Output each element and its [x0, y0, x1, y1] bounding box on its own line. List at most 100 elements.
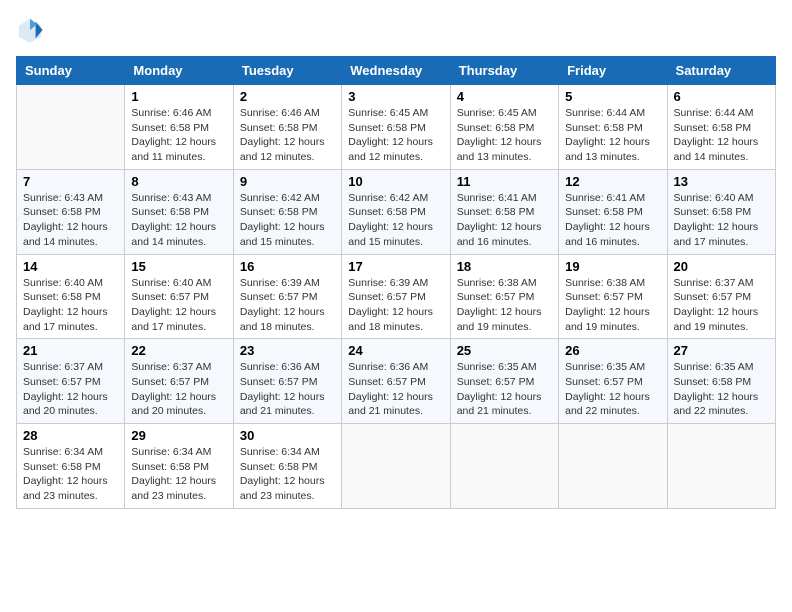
calendar-cell: 4 Sunrise: 6:45 AMSunset: 6:58 PMDaylight…: [450, 85, 558, 170]
calendar-cell: 12 Sunrise: 6:41 AMSunset: 6:58 PMDayligh…: [559, 169, 667, 254]
calendar-cell: 23 Sunrise: 6:36 AMSunset: 6:57 PMDayligh…: [233, 339, 341, 424]
day-info: Sunrise: 6:35 AMSunset: 6:57 PMDaylight:…: [457, 360, 552, 419]
calendar-cell: [559, 424, 667, 509]
calendar-cell: 14Sunrise: 6:40 AMSunset: 6:58 PMDayligh…: [17, 254, 125, 339]
day-info: Sunrise: 6:45 AMSunset: 6:58 PMDaylight:…: [348, 106, 443, 165]
calendar-cell: 19 Sunrise: 6:38 AMSunset: 6:57 PMDayligh…: [559, 254, 667, 339]
column-header-monday: Monday: [125, 57, 233, 85]
day-number: 4: [457, 89, 552, 104]
day-number: 28: [23, 428, 118, 443]
day-number: 10: [348, 174, 443, 189]
calendar-cell: 15Sunrise: 6:40 AMSunset: 6:57 PMDayligh…: [125, 254, 233, 339]
calendar-cell: 20 Sunrise: 6:37 AMSunset: 6:57 PMDayligh…: [667, 254, 775, 339]
calendar-body: 1 Sunrise: 6:46 AMSunset: 6:58 PMDaylight…: [17, 85, 776, 509]
day-number: 25: [457, 343, 552, 358]
day-number: 30: [240, 428, 335, 443]
day-info: Sunrise: 6:37 AMSunset: 6:57 PMDaylight:…: [23, 360, 118, 419]
day-info: Sunrise: 6:38 AMSunset: 6:57 PMDaylight:…: [457, 276, 552, 335]
calendar-cell: 21 Sunrise: 6:37 AMSunset: 6:57 PMDayligh…: [17, 339, 125, 424]
calendar-cell: 28 Sunrise: 6:34 AMSunset: 6:58 PMDayligh…: [17, 424, 125, 509]
day-number: 21: [23, 343, 118, 358]
day-number: 23: [240, 343, 335, 358]
day-number: 19: [565, 259, 660, 274]
week-row-1: 1 Sunrise: 6:46 AMSunset: 6:58 PMDaylight…: [17, 85, 776, 170]
day-number: 3: [348, 89, 443, 104]
calendar-cell: 1 Sunrise: 6:46 AMSunset: 6:58 PMDaylight…: [125, 85, 233, 170]
calendar-cell: [667, 424, 775, 509]
day-info: Sunrise: 6:46 AMSunset: 6:58 PMDaylight:…: [131, 106, 226, 165]
day-info: Sunrise: 6:35 AMSunset: 6:58 PMDaylight:…: [674, 360, 769, 419]
calendar-cell: 9 Sunrise: 6:42 AMSunset: 6:58 PMDaylight…: [233, 169, 341, 254]
calendar-cell: 16 Sunrise: 6:39 AMSunset: 6:57 PMDayligh…: [233, 254, 341, 339]
day-number: 2: [240, 89, 335, 104]
day-info: Sunrise: 6:41 AMSunset: 6:58 PMDaylight:…: [565, 191, 660, 250]
week-row-2: 7Sunrise: 6:43 AMSunset: 6:58 PMDaylight…: [17, 169, 776, 254]
day-info: Sunrise: 6:44 AMSunset: 6:58 PMDaylight:…: [565, 106, 660, 165]
day-info: Sunrise: 6:34 AMSunset: 6:58 PMDaylight:…: [240, 445, 335, 504]
calendar-table: SundayMondayTuesdayWednesdayThursdayFrid…: [16, 56, 776, 509]
day-number: 16: [240, 259, 335, 274]
calendar-cell: [17, 85, 125, 170]
calendar-cell: 22Sunrise: 6:37 AMSunset: 6:57 PMDayligh…: [125, 339, 233, 424]
day-number: 22: [131, 343, 226, 358]
calendar-cell: 6 Sunrise: 6:44 AMSunset: 6:58 PMDaylight…: [667, 85, 775, 170]
day-number: 6: [674, 89, 769, 104]
day-info: Sunrise: 6:42 AMSunset: 6:58 PMDaylight:…: [348, 191, 443, 250]
day-info: Sunrise: 6:45 AMSunset: 6:58 PMDaylight:…: [457, 106, 552, 165]
day-info: Sunrise: 6:42 AMSunset: 6:58 PMDaylight:…: [240, 191, 335, 250]
day-number: 18: [457, 259, 552, 274]
column-header-saturday: Saturday: [667, 57, 775, 85]
calendar-cell: 24 Sunrise: 6:36 AMSunset: 6:57 PMDayligh…: [342, 339, 450, 424]
calendar-cell: 7Sunrise: 6:43 AMSunset: 6:58 PMDaylight…: [17, 169, 125, 254]
column-header-thursday: Thursday: [450, 57, 558, 85]
logo-icon: [16, 16, 44, 44]
calendar-cell: [342, 424, 450, 509]
day-info: Sunrise: 6:39 AMSunset: 6:57 PMDaylight:…: [240, 276, 335, 335]
day-info: Sunrise: 6:35 AMSunset: 6:57 PMDaylight:…: [565, 360, 660, 419]
day-number: 14: [23, 259, 118, 274]
day-info: Sunrise: 6:38 AMSunset: 6:57 PMDaylight:…: [565, 276, 660, 335]
calendar-cell: 2 Sunrise: 6:46 AMSunset: 6:58 PMDaylight…: [233, 85, 341, 170]
day-number: 1: [131, 89, 226, 104]
week-row-4: 21 Sunrise: 6:37 AMSunset: 6:57 PMDayligh…: [17, 339, 776, 424]
calendar-cell: 13 Sunrise: 6:40 AMSunset: 6:58 PMDayligh…: [667, 169, 775, 254]
day-info: Sunrise: 6:37 AMSunset: 6:57 PMDaylight:…: [674, 276, 769, 335]
header-row: SundayMondayTuesdayWednesdayThursdayFrid…: [17, 57, 776, 85]
column-header-friday: Friday: [559, 57, 667, 85]
day-number: 17: [348, 259, 443, 274]
day-number: 29: [131, 428, 226, 443]
day-number: 9: [240, 174, 335, 189]
day-number: 12: [565, 174, 660, 189]
calendar-cell: 8 Sunrise: 6:43 AMSunset: 6:58 PMDaylight…: [125, 169, 233, 254]
day-number: 20: [674, 259, 769, 274]
day-info: Sunrise: 6:34 AMSunset: 6:58 PMDaylight:…: [23, 445, 118, 504]
page-header: [16, 16, 776, 44]
day-info: Sunrise: 6:40 AMSunset: 6:58 PMDaylight:…: [674, 191, 769, 250]
week-row-5: 28 Sunrise: 6:34 AMSunset: 6:58 PMDayligh…: [17, 424, 776, 509]
day-number: 11: [457, 174, 552, 189]
day-info: Sunrise: 6:40 AMSunset: 6:57 PMDaylight:…: [131, 276, 226, 335]
day-number: 26: [565, 343, 660, 358]
week-row-3: 14Sunrise: 6:40 AMSunset: 6:58 PMDayligh…: [17, 254, 776, 339]
day-info: Sunrise: 6:46 AMSunset: 6:58 PMDaylight:…: [240, 106, 335, 165]
calendar-cell: 27Sunrise: 6:35 AMSunset: 6:58 PMDayligh…: [667, 339, 775, 424]
calendar-cell: 25 Sunrise: 6:35 AMSunset: 6:57 PMDayligh…: [450, 339, 558, 424]
day-info: Sunrise: 6:36 AMSunset: 6:57 PMDaylight:…: [240, 360, 335, 419]
calendar-cell: 11Sunrise: 6:41 AMSunset: 6:58 PMDayligh…: [450, 169, 558, 254]
day-info: Sunrise: 6:43 AMSunset: 6:58 PMDaylight:…: [23, 191, 118, 250]
calendar-cell: 10 Sunrise: 6:42 AMSunset: 6:58 PMDayligh…: [342, 169, 450, 254]
day-info: Sunrise: 6:36 AMSunset: 6:57 PMDaylight:…: [348, 360, 443, 419]
day-number: 13: [674, 174, 769, 189]
day-number: 24: [348, 343, 443, 358]
calendar-cell: 18 Sunrise: 6:38 AMSunset: 6:57 PMDayligh…: [450, 254, 558, 339]
calendar-cell: 3 Sunrise: 6:45 AMSunset: 6:58 PMDaylight…: [342, 85, 450, 170]
logo: [16, 16, 46, 44]
day-number: 5: [565, 89, 660, 104]
day-info: Sunrise: 6:43 AMSunset: 6:58 PMDaylight:…: [131, 191, 226, 250]
calendar-cell: 26 Sunrise: 6:35 AMSunset: 6:57 PMDayligh…: [559, 339, 667, 424]
day-number: 8: [131, 174, 226, 189]
column-header-tuesday: Tuesday: [233, 57, 341, 85]
day-info: Sunrise: 6:34 AMSunset: 6:58 PMDaylight:…: [131, 445, 226, 504]
day-info: Sunrise: 6:44 AMSunset: 6:58 PMDaylight:…: [674, 106, 769, 165]
calendar-cell: 5 Sunrise: 6:44 AMSunset: 6:58 PMDaylight…: [559, 85, 667, 170]
